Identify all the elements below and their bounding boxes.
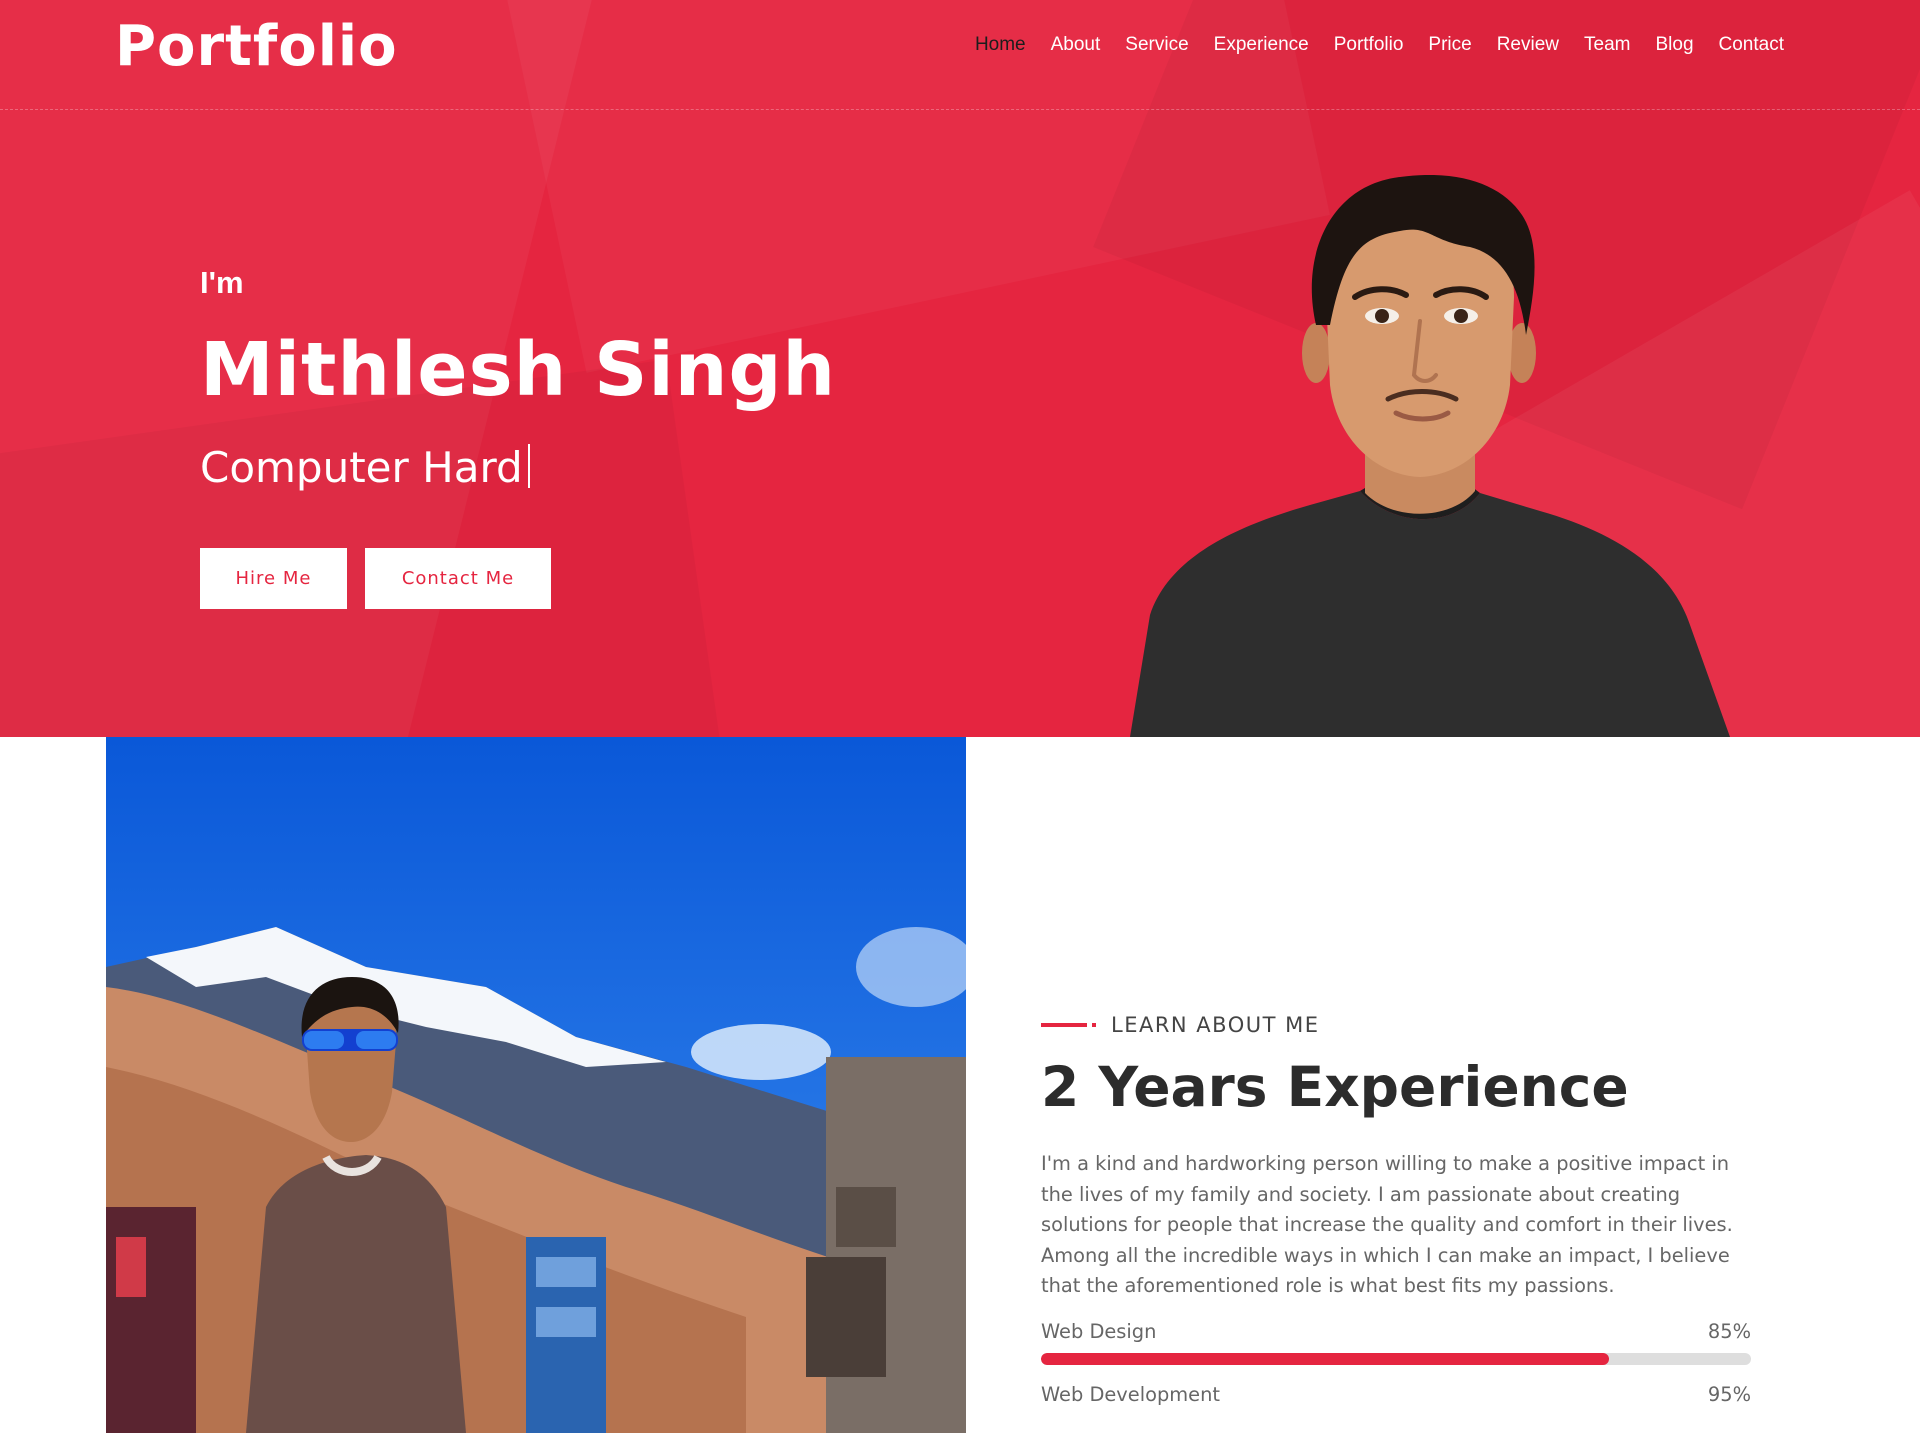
- nav-link-about[interactable]: About: [1051, 34, 1101, 56]
- hero-role: Computer Hard: [200, 443, 530, 492]
- about-eyebrow: LEARN ABOUT ME: [1041, 1013, 1751, 1037]
- about-content: LEARN ABOUT ME 2 Years Experience I'm a …: [1041, 1013, 1751, 1406]
- hire-me-button[interactable]: Hire Me: [200, 548, 347, 609]
- skill-progress-bar: [1041, 1352, 1751, 1365]
- about-description: I'm a kind and hardworking person willin…: [1041, 1152, 1733, 1297]
- skill-name: Web Development: [1041, 1382, 1220, 1406]
- hero-intro: I'm Mithlesh Singh Computer Hard: [200, 265, 835, 492]
- skill-percent: 95%: [1707, 1382, 1751, 1406]
- eyebrow-accent-line: [1041, 1023, 1096, 1027]
- hero-portrait-image: [1130, 175, 1730, 737]
- site-logo[interactable]: Portfolio: [115, 14, 398, 79]
- hero-role-text: Computer Hard: [200, 443, 523, 492]
- about-eyebrow-label: LEARN ABOUT ME: [1111, 1013, 1320, 1037]
- nav-link-blog[interactable]: Blog: [1655, 34, 1693, 56]
- skill-name: Web Design: [1041, 1319, 1157, 1343]
- nav-link-contact[interactable]: Contact: [1719, 34, 1784, 56]
- nav-link-price[interactable]: Price: [1428, 34, 1471, 56]
- typing-cursor: [527, 444, 530, 488]
- nav-link-review[interactable]: Review: [1497, 34, 1559, 56]
- skill-percent: 85%: [1707, 1319, 1751, 1343]
- nav-link-team[interactable]: Team: [1584, 34, 1630, 56]
- nav-divider: [0, 109, 1920, 110]
- nav-link-home[interactable]: Home: [975, 34, 1026, 56]
- about-photo-image: [106, 737, 966, 1433]
- about-title: 2 Years Experience: [1041, 1055, 1629, 1119]
- nav-link-service[interactable]: Service: [1125, 34, 1188, 56]
- nav-link-portfolio[interactable]: Portfolio: [1334, 34, 1404, 56]
- skill-web-design: Web Design 85%: [1041, 1320, 1751, 1365]
- hero-greeting: I'm: [200, 265, 244, 300]
- skill-progress-fill: [1041, 1352, 1609, 1365]
- hero-section: Portfolio Home About Service Experience …: [0, 0, 1920, 737]
- skill-web-development: Web Development 95%: [1041, 1383, 1751, 1406]
- contact-me-button[interactable]: Contact Me: [365, 548, 551, 609]
- nav-link-experience[interactable]: Experience: [1214, 34, 1309, 56]
- hero-name: Mithlesh Singh: [200, 327, 837, 413]
- main-nav: Home About Service Experience Portfolio …: [975, 34, 1784, 56]
